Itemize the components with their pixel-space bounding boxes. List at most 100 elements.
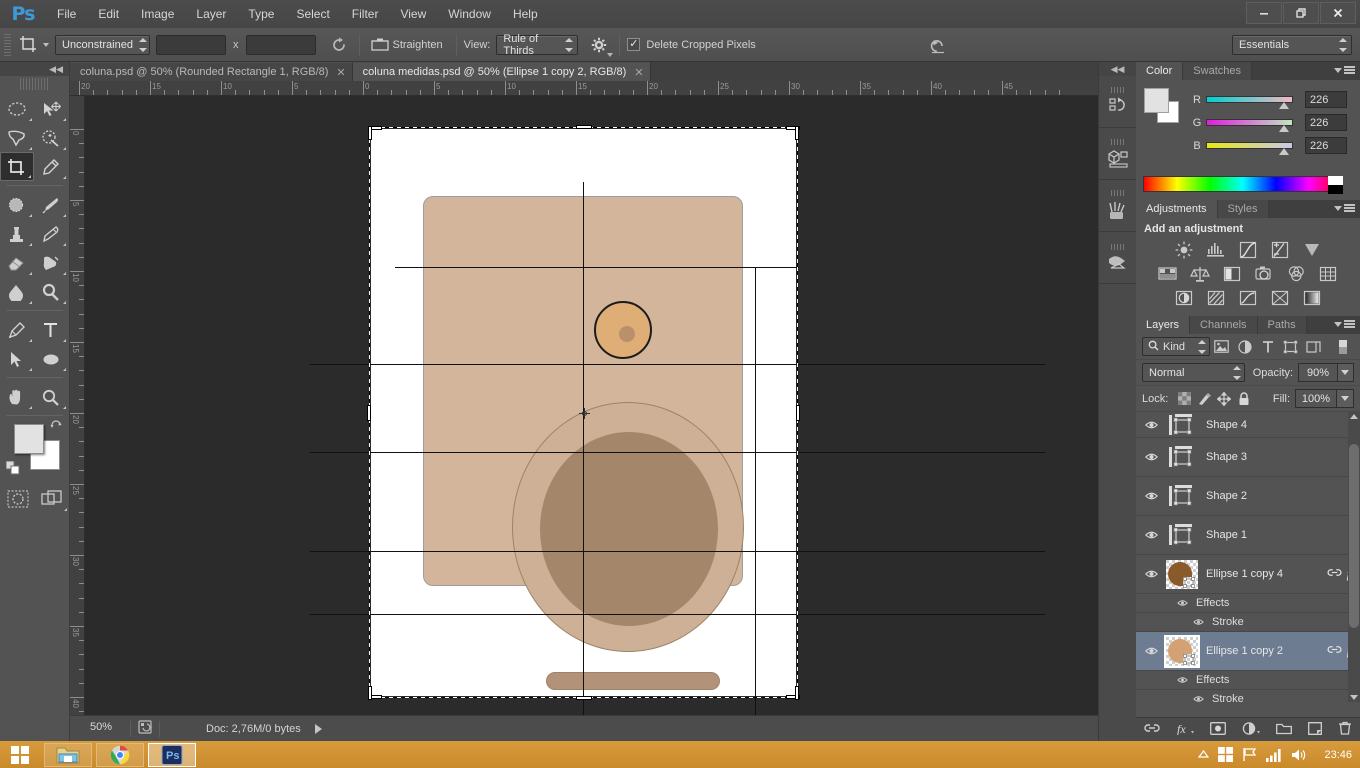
invert-icon[interactable] (1173, 288, 1195, 308)
layer-thumbnail[interactable] (1164, 558, 1200, 591)
crop-preset-chevron-down-icon[interactable] (43, 43, 49, 47)
woofer-shape[interactable] (540, 432, 718, 626)
blend-mode-select[interactable]: Normal (1142, 363, 1245, 382)
color-slider-track[interactable] (1206, 96, 1293, 103)
layer-row[interactable]: Shape 4 (1136, 412, 1360, 438)
add-layer-mask-icon[interactable] (1210, 722, 1226, 738)
swap-colors-icon[interactable] (50, 420, 63, 436)
threshold-icon[interactable] (1237, 288, 1259, 308)
filter-toggle-icon[interactable] (1331, 337, 1354, 357)
crop-handle-bottom-center[interactable] (576, 696, 592, 700)
blend-mode-stepper-icon[interactable] (1233, 366, 1241, 380)
tool-presets-panel-icon[interactable] (1099, 232, 1136, 284)
layer-name[interactable]: Shape 1 (1206, 529, 1360, 541)
elliptical-marquee-tool[interactable] (0, 94, 34, 123)
options-bar-grip[interactable] (4, 34, 11, 56)
document-tab[interactable]: coluna medidas.psd @ 50% (Ellipse 1 copy… (353, 62, 651, 81)
link-icon[interactable] (1327, 644, 1342, 658)
layer-thumbnail[interactable] (1164, 519, 1200, 552)
tool-options-corner-icon[interactable] (63, 147, 66, 150)
guide-vertical[interactable] (755, 267, 756, 715)
move-tool[interactable] (34, 94, 68, 123)
crop-overlay-view-select[interactable]: Rule of Thirds (496, 35, 578, 55)
scroll-down-arrow-icon[interactable] (1350, 695, 1358, 700)
tool-options-corner-icon[interactable] (29, 214, 32, 217)
tab-color[interactable]: Color (1136, 62, 1183, 80)
workspace-stepper-icon[interactable] (1339, 38, 1347, 52)
link-icon[interactable] (1327, 567, 1342, 581)
tool-options-corner-icon[interactable] (29, 339, 32, 342)
clock[interactable]: 23:46 (1324, 749, 1352, 761)
delete-layer-icon[interactable] (1338, 721, 1352, 738)
crop-handle-bottom-left[interactable] (368, 686, 372, 700)
spot-healing-brush-tool[interactable] (0, 190, 34, 219)
layer-row[interactable]: Ellipse 1 copy 2fx (1136, 632, 1360, 671)
curves-icon[interactable] (1237, 240, 1259, 260)
menu-view[interactable]: View (389, 3, 437, 25)
layer-filter-kind-select[interactable]: Kind (1142, 337, 1210, 356)
color-panel-menu-icon[interactable] (1334, 66, 1355, 74)
crop-ratio-stepper-icon[interactable] (139, 38, 147, 52)
menu-type[interactable]: Type (237, 3, 285, 25)
clone-stamp-tool[interactable] (0, 219, 34, 248)
menu-help[interactable]: Help (502, 3, 549, 25)
levels-icon[interactable] (1205, 240, 1227, 260)
new-layer-icon[interactable] (1308, 722, 1322, 738)
3d-panel-icon[interactable] (1099, 128, 1136, 180)
layer-effect-row[interactable]: Stroke (1136, 690, 1360, 702)
screen-mode-icon[interactable] (35, 484, 69, 513)
pen-tool[interactable] (0, 315, 34, 344)
tool-options-corner-icon[interactable] (29, 272, 32, 275)
tab-paths[interactable]: Paths (1258, 316, 1307, 334)
fill-chevron-down-icon[interactable] (1337, 389, 1354, 408)
color-slider-thumb[interactable] (1279, 148, 1289, 155)
crop-handle-middle-right[interactable] (796, 405, 800, 421)
straighten-icon[interactable] (367, 33, 393, 57)
filter-shape-icon[interactable] (1279, 337, 1302, 357)
straighten-label[interactable]: Straighten (393, 39, 443, 51)
crop-ratio-select[interactable]: Unconstrained (55, 35, 150, 55)
tool-options-corner-icon[interactable] (29, 243, 32, 246)
crop-handle-top-right[interactable] (795, 126, 799, 140)
horizontal-ruler[interactable]: 2015105051015202530354045 (70, 81, 1098, 96)
quick-selection-tool[interactable] (34, 123, 68, 152)
delete-cropped-pixels-checkbox[interactable]: ✓ (627, 38, 640, 51)
close-tab-icon[interactable]: ✕ (336, 66, 345, 79)
tab-styles[interactable]: Styles (1218, 200, 1269, 218)
google-chrome-icon[interactable] (96, 743, 144, 767)
color-channel-input[interactable]: 226 (1305, 137, 1347, 154)
vibrance-icon[interactable] (1301, 240, 1323, 260)
effect-visibility-eye-icon[interactable] (1174, 676, 1190, 684)
network-flag-icon[interactable] (1242, 747, 1257, 762)
color-spectrum-ramp[interactable] (1143, 176, 1343, 192)
eraser-tool[interactable] (0, 248, 34, 277)
scroll-thumb[interactable] (1349, 444, 1359, 628)
crop-tool[interactable] (0, 152, 34, 181)
gradient-map-icon[interactable] (1301, 288, 1323, 308)
link-layers-icon[interactable] (1144, 722, 1160, 737)
color-balance-icon[interactable] (1189, 264, 1211, 284)
tab-swatches[interactable]: Swatches (1183, 62, 1252, 80)
menu-file[interactable]: File (46, 3, 87, 25)
scroll-up-arrow-icon[interactable] (1350, 414, 1358, 419)
minimize-button[interactable] (1246, 2, 1282, 24)
tab-layers[interactable]: Layers (1136, 316, 1190, 334)
layer-list[interactable]: Shape 4Shape 3Shape 2Shape 1Ellipse 1 co… (1136, 412, 1360, 702)
menu-image[interactable]: Image (130, 3, 185, 25)
lock-image-icon[interactable] (1194, 390, 1214, 408)
layer-visibility-eye-icon[interactable] (1140, 569, 1162, 579)
blur-tool[interactable] (0, 277, 34, 306)
show-hidden-icons-icon[interactable] (1198, 750, 1209, 759)
hue-saturation-icon[interactable] (1157, 264, 1179, 284)
default-colors-icon[interactable] (6, 461, 20, 478)
zoom-level-input[interactable]: 50% (78, 721, 124, 737)
add-layer-style-icon[interactable]: fx (1176, 722, 1194, 738)
black-white-picker-icon[interactable] (1328, 176, 1343, 194)
guide-horizontal[interactable] (310, 551, 1045, 552)
color-panel-foreground-swatch[interactable] (1144, 88, 1169, 113)
windows-action-center-icon[interactable] (1218, 747, 1233, 762)
filter-adjustment-icon[interactable] (1233, 337, 1256, 357)
menu-filter[interactable]: Filter (341, 3, 390, 25)
channel-mixer-icon[interactable] (1285, 264, 1307, 284)
photoshop-icon[interactable]: Ps (148, 743, 196, 767)
